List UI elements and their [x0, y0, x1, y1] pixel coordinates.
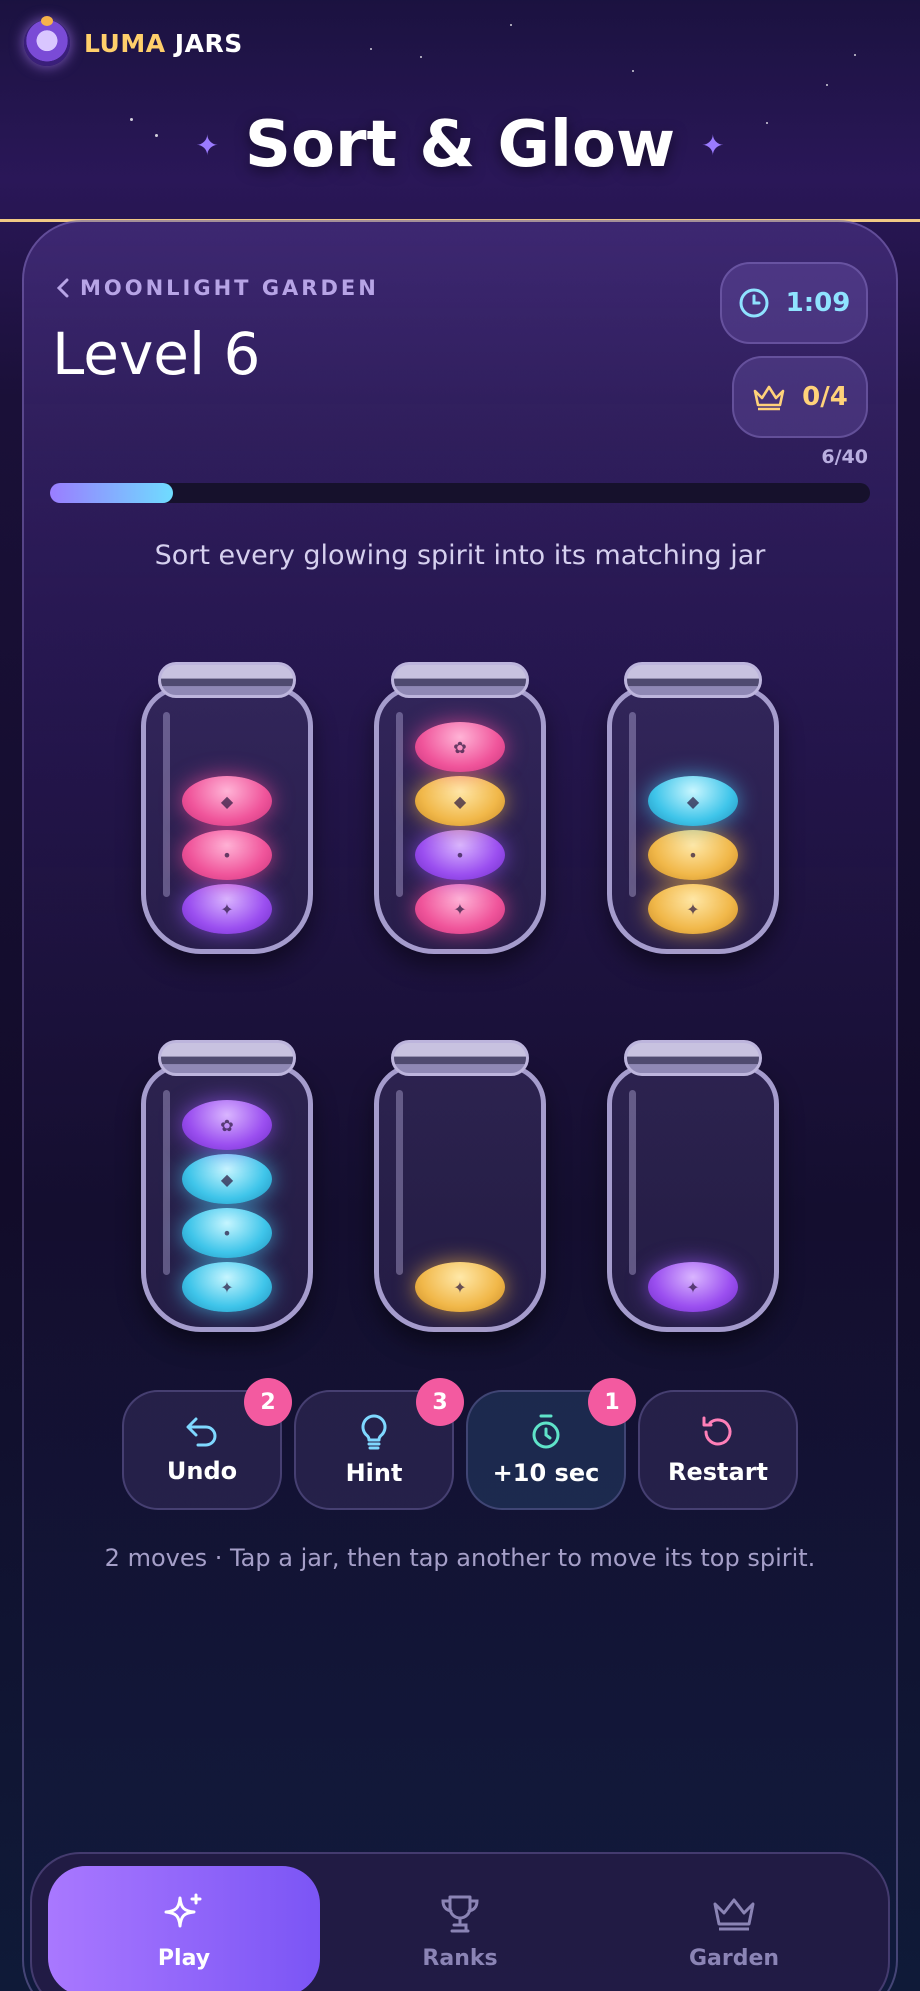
spirit-pink: ✦: [415, 884, 505, 934]
brand: LUMA JARS: [24, 16, 243, 66]
jar[interactable]: ✦: [607, 1040, 779, 1340]
jar-shine: [396, 712, 403, 897]
spirit-gold: •: [648, 830, 738, 880]
hint-label: Hint: [345, 1459, 403, 1487]
jar[interactable]: ✦ • ◆ ✿: [141, 1040, 313, 1340]
spirit-purple: ✿: [182, 1100, 272, 1150]
breadcrumb[interactable]: MOONLIGHT GARDEN: [56, 276, 379, 300]
progress-bar: [50, 483, 870, 503]
jar-shine: [163, 712, 170, 897]
spirit-pink: ✿: [415, 722, 505, 772]
jar[interactable]: ✦ • ◆ ✿: [374, 662, 546, 962]
game-title: Sort & Glow: [244, 108, 676, 182]
stopwatch-icon: [532, 1414, 560, 1449]
crown-icon: [713, 1898, 755, 1931]
nav-play[interactable]: Play: [48, 1866, 320, 1991]
sparkles-icon: [164, 1893, 202, 1928]
jar-lid: [158, 1040, 296, 1076]
timer-badge: 1:09: [720, 262, 868, 344]
spirit-cyan: ◆: [648, 776, 738, 826]
timer-value: 1:09: [785, 288, 851, 318]
undo-label: Undo: [166, 1457, 238, 1485]
add-time-button[interactable]: +10 sec 1: [466, 1378, 636, 1510]
restart-label: Restart: [667, 1458, 769, 1486]
nav-ranks[interactable]: Ranks: [324, 1866, 596, 1991]
spirit-purple: ✦: [182, 884, 272, 934]
restart-icon: [702, 1416, 732, 1446]
nav-ranks-label: Ranks: [422, 1946, 498, 1971]
spirit-pink: •: [182, 830, 272, 880]
brand-logo-icon: [24, 16, 70, 66]
brand-name-secondary: JARS: [174, 28, 243, 58]
spirit-pink: ◆: [182, 776, 272, 826]
trophy-icon: [441, 1895, 479, 1933]
status-text: 2 moves · Tap a jar, then tap another to…: [104, 1544, 816, 1572]
progress-count: 6/40: [821, 446, 868, 468]
spirit-cyan: •: [182, 1208, 272, 1258]
nav-garden-label: Garden: [688, 1946, 780, 1971]
jar[interactable]: ✦ • ◆: [607, 662, 779, 962]
lightbulb-icon: [361, 1414, 387, 1450]
level-title: Level 6: [52, 320, 261, 388]
add-time-count-badge: 1: [588, 1378, 636, 1426]
hint-button[interactable]: Hint 3: [294, 1378, 464, 1510]
add-time-label: +10 sec: [492, 1459, 600, 1487]
progress-fill: [50, 483, 173, 503]
crown-count: 0/4: [802, 382, 848, 412]
jar-lid: [158, 662, 296, 698]
spirit-cyan: ✦: [182, 1262, 272, 1312]
breadcrumb-label: MOONLIGHT GARDEN: [80, 276, 379, 300]
brand-name-primary: LUMA: [84, 28, 166, 58]
jar-shine: [163, 1090, 170, 1275]
jar-lid: [391, 1040, 529, 1076]
sparkle-icon: ✦: [701, 128, 725, 162]
jar-shine: [629, 712, 636, 897]
jar-lid: [624, 662, 762, 698]
sparkle-icon: ✦: [195, 128, 219, 162]
clock-icon: [739, 288, 769, 318]
restart-button[interactable]: Restart: [638, 1390, 798, 1510]
jar-shine: [629, 1090, 636, 1275]
crown-icon: [753, 385, 785, 411]
nav-garden[interactable]: Garden: [598, 1866, 870, 1991]
chevron-left-icon: [56, 278, 69, 298]
jar-lid: [624, 1040, 762, 1076]
spirit-gold: ✦: [648, 884, 738, 934]
undo-button[interactable]: Undo 2: [122, 1378, 292, 1510]
title-row: ✦ Sort & Glow ✦: [0, 108, 920, 182]
undo-count-badge: 2: [244, 1378, 292, 1426]
jar[interactable]: ✦: [374, 1040, 546, 1340]
spirit-purple: ✦: [648, 1262, 738, 1312]
nav-play-label: Play: [157, 1946, 211, 1971]
spirit-purple: •: [415, 830, 505, 880]
jar[interactable]: ✦ • ◆: [141, 662, 313, 962]
spirit-cyan: ◆: [182, 1154, 272, 1204]
spirit-gold: ✦: [415, 1262, 505, 1312]
crown-counter: 0/4: [732, 356, 868, 438]
hint-count-badge: 3: [416, 1378, 464, 1426]
spirit-gold: ◆: [415, 776, 505, 826]
jar-lid: [391, 662, 529, 698]
brand-name: LUMA JARS: [84, 29, 243, 58]
instruction-text: Sort every glowing spirit into its match…: [154, 540, 766, 571]
jar-shine: [396, 1090, 403, 1275]
undo-icon: [186, 1417, 217, 1447]
